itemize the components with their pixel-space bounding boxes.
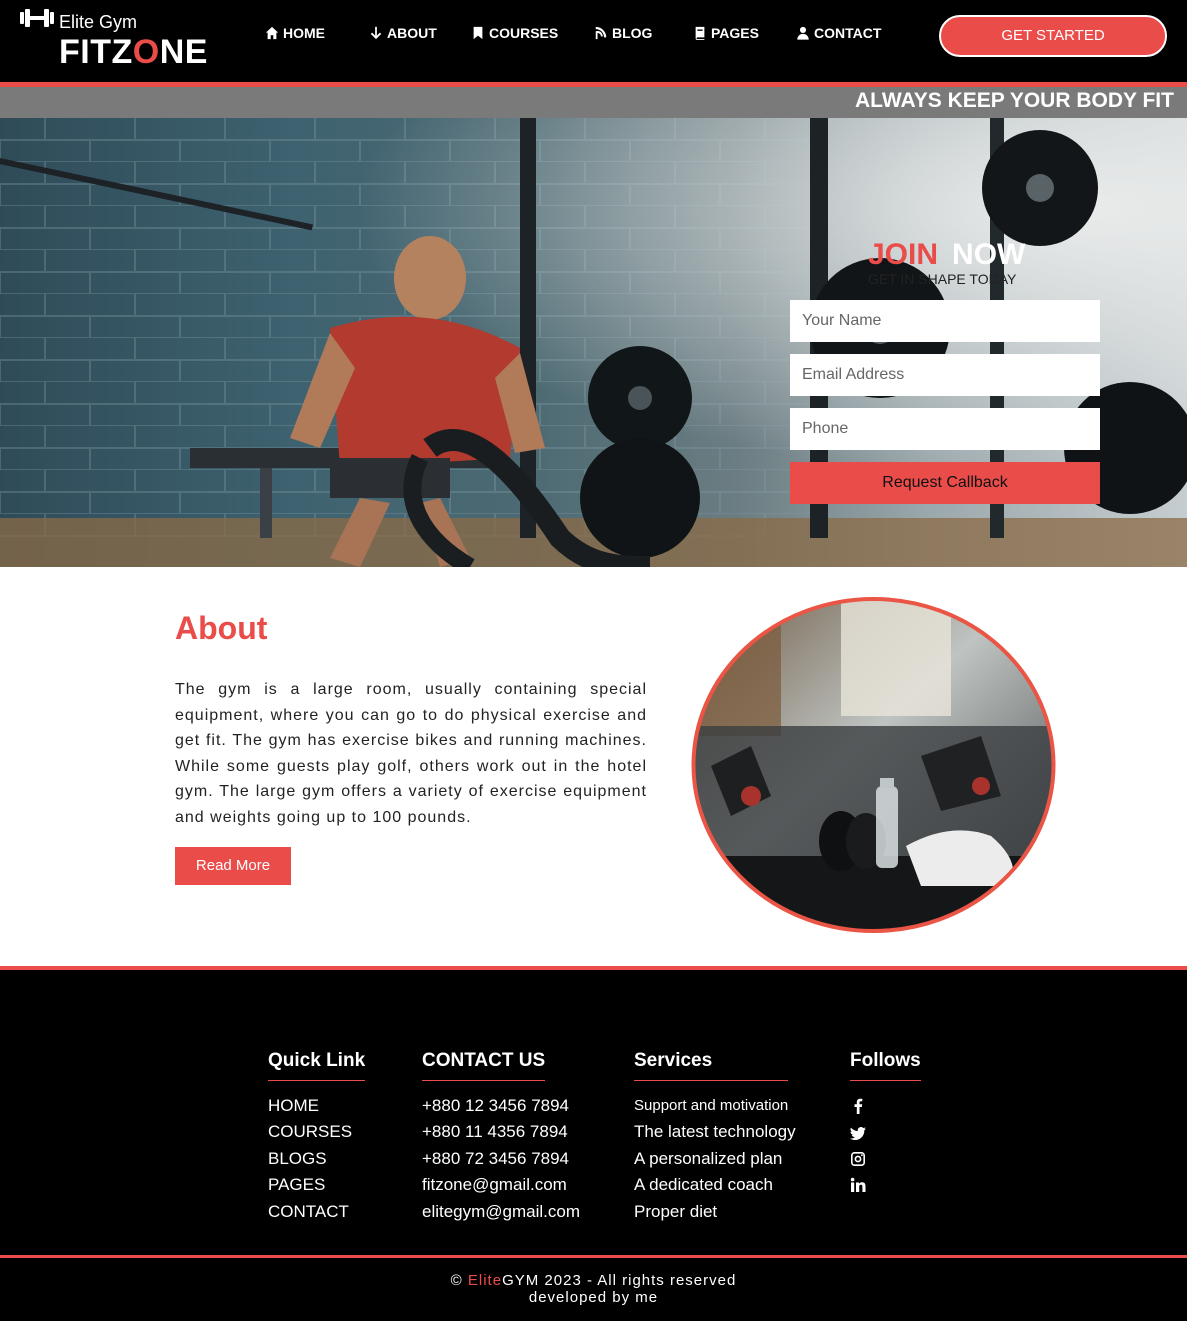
facebook-icon: [854, 1098, 863, 1115]
contact-phone: +880 11 4356 7894: [422, 1122, 568, 1142]
nav-blog[interactable]: BLOG: [594, 25, 652, 41]
contact-email[interactable]: elitegym@gmail.com: [422, 1199, 580, 1225]
marquee-text: ALWAYS KEEP YOUR BODY FIT: [855, 89, 1174, 112]
linkedin-icon: [850, 1178, 866, 1193]
copyright-text: GYM 2023 - All rights reserved: [502, 1272, 737, 1289]
nav-label: HOME: [283, 25, 325, 41]
dumbbell-icon: [20, 9, 54, 27]
footer-link-pages[interactable]: PAGES: [268, 1172, 365, 1198]
user-icon: [797, 26, 809, 40]
twitter-link[interactable]: [850, 1119, 921, 1145]
instagram-icon: [851, 1151, 865, 1166]
site-header: Elite Gym FITZONE HOME ABOUT COURSES BLO…: [0, 0, 1187, 82]
about-title: About: [175, 610, 268, 646]
services-title: Services: [634, 1050, 789, 1081]
nav-courses[interactable]: COURSES: [471, 25, 558, 41]
contact-phone: +880 72 3456 7894: [422, 1148, 570, 1168]
join-word: JOIN: [868, 238, 939, 271]
bookmark-icon: [473, 26, 483, 40]
read-more-button[interactable]: Read More: [175, 847, 291, 885]
services-column: Services Support and motivation The late…: [634, 1050, 796, 1225]
instagram-link[interactable]: [850, 1146, 921, 1172]
linkedin-link[interactable]: [850, 1172, 921, 1198]
join-title: JOIN NOW: [868, 238, 1025, 272]
now-word: NOW: [952, 238, 1026, 271]
join-subtitle: GET IN SHAPE TODAY: [868, 271, 1017, 287]
name-input[interactable]: [790, 300, 1100, 342]
nav-about[interactable]: ABOUT: [369, 25, 437, 41]
service-item: Support and motivation: [634, 1097, 789, 1114]
nav-label: ABOUT: [387, 25, 437, 41]
logo[interactable]: FITZONE: [59, 33, 208, 72]
site-footer: Quick Link HOME COURSES BLOGS PAGES CONT…: [0, 970, 1187, 1255]
blog-icon: [595, 26, 607, 40]
home-icon: [265, 26, 279, 40]
gym-equipment-image: [691, 597, 1056, 933]
follows-title: Follows: [850, 1050, 921, 1081]
copyright-brand-accent: Elite: [467, 1272, 503, 1289]
quick-link-column: Quick Link HOME COURSES BLOGS PAGES CONT…: [268, 1050, 366, 1225]
nav-contact[interactable]: CONTACT: [796, 25, 881, 41]
contact-column: CONTACT US +880 12 3456 7894 +880 11 435…: [422, 1050, 580, 1225]
email-input[interactable]: [790, 354, 1100, 396]
footer-link-contact[interactable]: CONTACT: [268, 1199, 365, 1225]
logo-subtitle: Elite Gym: [59, 12, 138, 32]
logo-accent: O: [132, 33, 160, 71]
logo-part: NE: [159, 33, 208, 71]
footer-link-courses[interactable]: COURSES: [268, 1119, 365, 1145]
follows-column: Follows: [850, 1050, 921, 1199]
service-item: A personalized plan: [634, 1148, 783, 1168]
developer-credit: developed by me: [528, 1289, 659, 1306]
nav-label: BLOG: [612, 25, 653, 41]
nav-label: COURSES: [489, 25, 559, 41]
nav-home[interactable]: HOME: [265, 25, 325, 41]
arrow-down-icon: [370, 26, 382, 40]
copyright-symbol: ©: [450, 1272, 468, 1289]
footer-link-home[interactable]: HOME: [268, 1093, 365, 1119]
copyright-line: © EliteGYM 2023 - All rights reserved: [0, 1272, 1187, 1289]
nav-label: CONTACT: [814, 25, 882, 41]
marquee-banner: ALWAYS KEEP YOUR BODY FIT: [0, 87, 1187, 118]
quick-link-title: Quick Link: [268, 1050, 366, 1081]
footer-link-blogs[interactable]: BLOGS: [268, 1146, 365, 1172]
contact-phone: +880 12 3456 7894: [422, 1096, 570, 1115]
service-item: A dedicated coach: [634, 1175, 773, 1195]
phone-input[interactable]: [790, 408, 1100, 450]
nav-label: PAGES: [711, 25, 759, 41]
request-callback-button[interactable]: Request Callback: [790, 462, 1100, 504]
contact-title: CONTACT US: [422, 1050, 546, 1081]
twitter-icon: [850, 1126, 866, 1140]
service-item: The latest technology: [634, 1122, 796, 1142]
book-icon: [695, 26, 705, 40]
about-text: The gym is a large room, usually contain…: [175, 681, 647, 826]
facebook-link[interactable]: [850, 1093, 921, 1119]
service-item: Proper diet: [634, 1201, 718, 1221]
logo-part: FITZ: [59, 33, 133, 71]
get-started-button[interactable]: GET STARTED: [939, 15, 1167, 57]
contact-email[interactable]: fitzone@gmail.com: [422, 1172, 580, 1198]
copyright-bar: © EliteGYM 2023 - All rights reserved de…: [0, 1258, 1187, 1321]
hero-section: JOIN NOW GET IN SHAPE TODAY Request Callb…: [0, 118, 1187, 567]
nav-pages[interactable]: PAGES: [693, 25, 759, 41]
